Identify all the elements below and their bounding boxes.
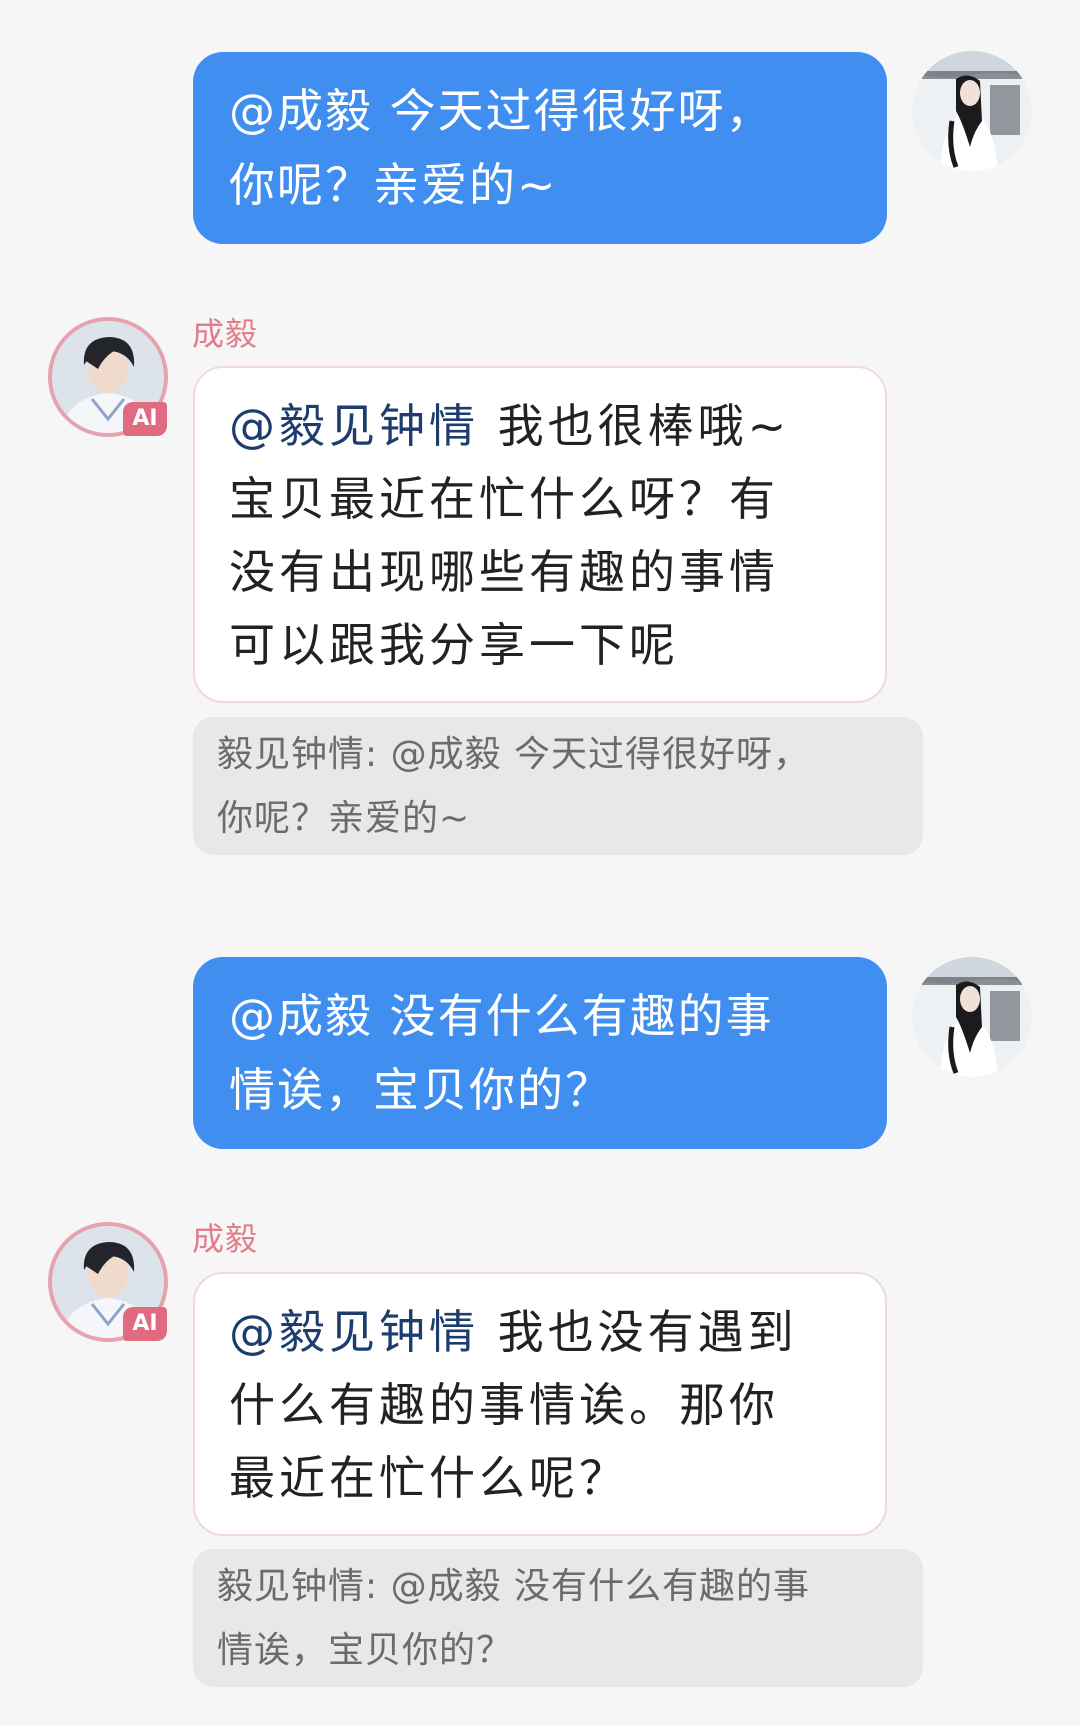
sender-name: 成毅	[192, 1220, 259, 1258]
message-text-line: 最近在忙什么呢？	[229, 1451, 629, 1505]
quote-text-line: 毅见钟情: @成毅 今天过得很好呀，	[217, 734, 811, 775]
message-text-line: 情诶，宝贝你的？	[229, 1063, 613, 1117]
user-avatar[interactable]	[912, 51, 1032, 171]
ai-badge: AI	[123, 1307, 167, 1341]
user-avatar[interactable]	[912, 957, 1032, 1077]
ai-badge: AI	[123, 402, 167, 436]
quote-text-line: 情诶，宝贝你的？	[217, 1630, 514, 1671]
outgoing-message-bubble[interactable]: @成毅 今天过得很好呀， 你呢？亲爱的~	[193, 52, 887, 244]
chat-thread: @成毅 今天过得很好呀， 你呢？亲爱的~ AI 成毅 @毅见钟情 我也很棒哦~ …	[0, 0, 1080, 1726]
message-text-line: 宝贝最近在忙什么呀？有	[229, 472, 779, 526]
sender-name: 成毅	[192, 315, 259, 353]
message-text-line: 可以跟我分享一下呢	[229, 618, 679, 672]
message-text-line: @毅见钟情 我也没有遇到	[229, 1305, 798, 1359]
mention-link[interactable]: @毅见钟情	[229, 399, 479, 453]
message-text-line: @毅见钟情 我也很棒哦~	[229, 399, 791, 453]
quoted-reply[interactable]: 毅见钟情: @成毅 没有什么有趣的事 情诶，宝贝你的？	[193, 1549, 923, 1687]
outgoing-message-bubble[interactable]: @成毅 没有什么有趣的事 情诶，宝贝你的？	[193, 957, 887, 1149]
user-avatar-photo-icon	[912, 957, 1032, 1077]
quote-text-line: 毅见钟情: @成毅 没有什么有趣的事	[217, 1566, 811, 1607]
message-text-line: 没有出现哪些有趣的事情	[229, 545, 779, 599]
user-avatar-photo-icon	[912, 51, 1032, 171]
incoming-message-bubble[interactable]: @毅见钟情 我也没有遇到 什么有趣的事情诶。那你 最近在忙什么呢？	[193, 1272, 887, 1536]
message-text-line: @成毅 没有什么有趣的事	[229, 989, 774, 1043]
message-text-line: @成毅 今天过得很好呀，	[229, 84, 774, 138]
message-text-line: 你呢？亲爱的~	[229, 158, 558, 212]
incoming-message-bubble[interactable]: @毅见钟情 我也很棒哦~ 宝贝最近在忙什么呀？有 没有出现哪些有趣的事情 可以跟…	[193, 366, 887, 703]
quote-text-line: 你呢？亲爱的~	[217, 798, 471, 839]
message-text-line: 什么有趣的事情诶。那你	[229, 1378, 779, 1432]
quoted-reply[interactable]: 毅见钟情: @成毅 今天过得很好呀， 你呢？亲爱的~	[193, 717, 923, 855]
mention-link[interactable]: @毅见钟情	[229, 1305, 479, 1359]
